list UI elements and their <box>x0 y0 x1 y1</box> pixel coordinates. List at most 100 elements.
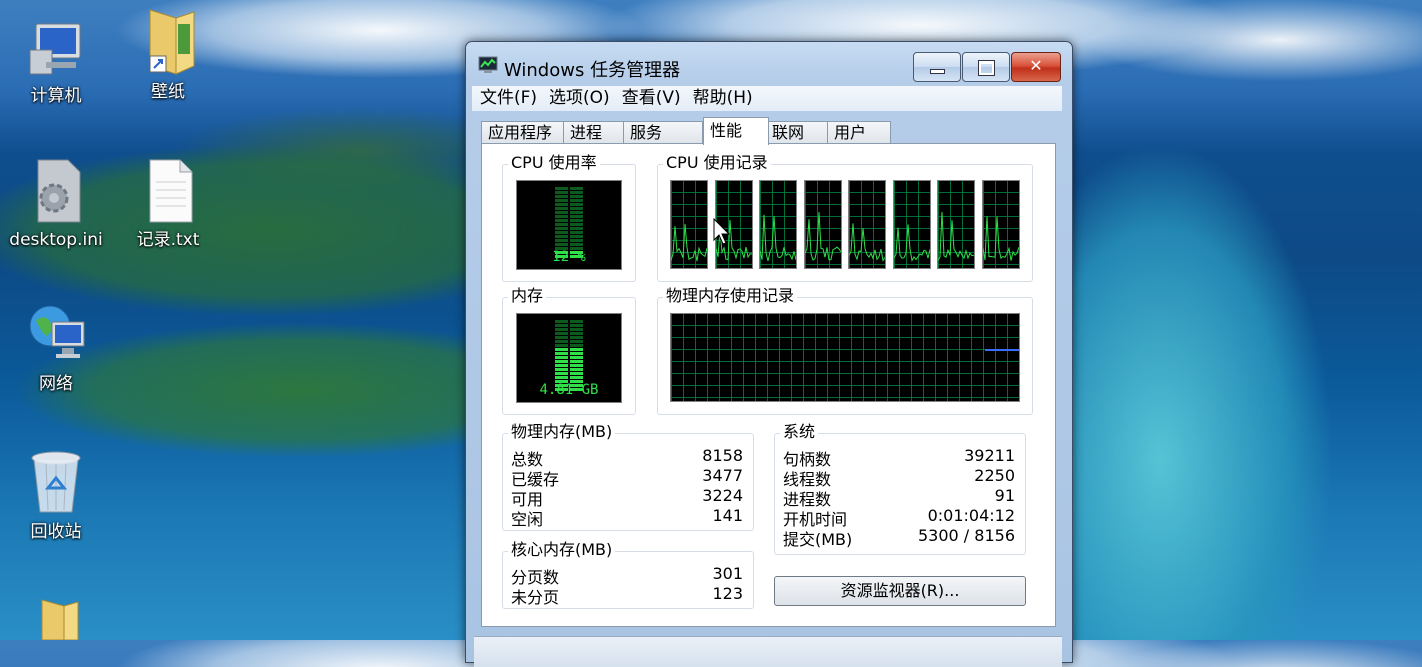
system-value: 5300 / 8156 <box>918 526 1015 545</box>
resource-monitor-button[interactable]: 资源监视器(R)... <box>774 576 1026 606</box>
desktop-icon-label: 计算机 <box>30 86 82 106</box>
memory-group: 内存 4.81 GB <box>502 286 636 415</box>
desktop-icon-label: 壁纸 <box>151 82 185 102</box>
system-row-commit: 提交(MB) 5300 / 8156 <box>783 526 1015 549</box>
mouse-cursor-icon <box>713 217 731 250</box>
desktop-icon-computer[interactable]: 计算机 <box>8 18 104 106</box>
tab-applications[interactable]: 应用程序 <box>481 121 565 144</box>
meter-segment <box>570 243 583 246</box>
meter-segment <box>555 336 568 339</box>
meter-segment <box>555 219 568 222</box>
desktop-icon-label: 回收站 <box>30 522 82 542</box>
tab-processes[interactable]: 进程 <box>563 121 625 144</box>
desktop-icon-recycle-bin[interactable]: 回收站 <box>8 448 104 542</box>
meter-segment <box>555 223 568 226</box>
desktop-icon-label: desktop.ini <box>9 230 103 250</box>
menu-bar: 文件(F) 选项(O) 查看(V) 帮助(H) <box>472 86 1062 111</box>
system-value: 2250 <box>974 466 1015 485</box>
close-button[interactable]: ✕ <box>1011 52 1061 82</box>
tab-networking[interactable]: 联网 <box>765 121 829 144</box>
meter-segment <box>570 352 583 355</box>
physical-memory-title: 物理内存(MB) <box>508 422 616 442</box>
meter-segment <box>555 195 568 198</box>
system-value: 91 <box>994 486 1015 505</box>
meter-segment <box>570 223 583 226</box>
physical-memory-value: 3224 <box>702 486 743 505</box>
desktop-icon-wallpaper[interactable]: 壁纸 <box>120 4 216 102</box>
settings-file-icon <box>24 156 88 226</box>
cpu-core-line <box>982 216 1019 261</box>
meter-segment <box>570 211 583 214</box>
meter-segment <box>555 191 568 194</box>
folder-icon <box>24 596 88 641</box>
folder-shortcut-icon <box>136 4 200 78</box>
memory-title: 内存 <box>508 286 547 306</box>
meter-segment <box>555 187 568 190</box>
memory-history-title: 物理内存使用记录 <box>663 286 798 306</box>
physical-memory-row-free: 空闲 141 <box>511 506 743 529</box>
tab-users[interactable]: 用户 <box>827 121 891 144</box>
meter-segment <box>570 336 583 339</box>
meter-segment <box>570 344 583 347</box>
menu-help[interactable]: 帮助(H) <box>685 86 757 111</box>
close-icon: ✕ <box>1029 56 1043 75</box>
meter-segment <box>570 320 583 323</box>
meter-segment <box>570 324 583 327</box>
maximize-button[interactable] <box>962 52 1010 82</box>
cpu-core-graph <box>892 180 931 269</box>
desktop-icon-desktop-ini[interactable]: desktop.ini <box>8 156 104 250</box>
meter-segment <box>555 207 568 210</box>
meter-segment <box>555 203 568 206</box>
minimize-button[interactable] <box>913 52 961 82</box>
meter-segment <box>570 227 583 230</box>
desktop-icon-network[interactable]: 网络 <box>8 300 104 394</box>
task-manager-window[interactable]: Windows 任务管理器 ✕ 文件(F) 选项(O) 查看(V) 帮助(H) 应用程… <box>465 41 1073 667</box>
menu-options[interactable]: 选项(O) <box>541 86 614 111</box>
cpu-core-line <box>671 223 707 262</box>
cpu-core-line <box>938 211 974 261</box>
menu-file[interactable]: 文件(F) <box>472 86 541 111</box>
cpu-usage-group: CPU 使用率 12 % <box>502 153 636 282</box>
meter-segment <box>555 328 568 331</box>
desktop-icon-folder[interactable] <box>8 596 104 644</box>
kernel-memory-row-paged: 分页数 301 <box>511 564 743 587</box>
desktop-icon-record-txt[interactable]: 记录.txt <box>120 156 216 250</box>
system-value: 39211 <box>964 446 1015 465</box>
meter-segment <box>570 231 583 234</box>
cpu-history-title: CPU 使用记录 <box>663 153 771 173</box>
meter-segment <box>570 332 583 335</box>
title-bar[interactable]: Windows 任务管理器 ✕ <box>466 42 1072 86</box>
status-bar <box>474 636 1062 667</box>
kernel-memory-value: 123 <box>712 584 743 603</box>
cpu-usage-value: 12 % <box>552 249 586 265</box>
meter-segment <box>570 203 583 206</box>
system-group: 系统 句柄数 39211 线程数 2250 进程数 91 开机时间 0:01:04:12… <box>774 422 1026 555</box>
meter-segment <box>570 348 583 351</box>
network-icon <box>24 300 88 370</box>
tab-performance[interactable]: 性能 <box>703 117 769 145</box>
physical-memory-value: 3477 <box>702 466 743 485</box>
meter-segment <box>555 332 568 335</box>
minimize-icon <box>930 69 945 74</box>
desktop-icon-label: 记录.txt <box>136 230 200 250</box>
meter-segment <box>570 372 583 375</box>
meter-segment <box>570 328 583 331</box>
system-value: 0:01:04:12 <box>927 506 1015 525</box>
cpu-core-line <box>893 224 930 262</box>
kernel-memory-group: 核心内存(MB) 分页数 301 未分页 123 <box>502 540 754 609</box>
desktop-icon-label: 网络 <box>39 374 73 394</box>
recycle-bin-icon <box>24 448 88 518</box>
cpu-core-line <box>804 212 841 261</box>
window-title: Windows 任务管理器 <box>504 60 681 81</box>
memory-meter: 4.81 GB <box>516 313 622 403</box>
meter-segment <box>555 364 568 367</box>
computer-icon <box>24 18 88 82</box>
menu-view[interactable]: 查看(V) <box>614 86 685 111</box>
meter-segment <box>555 348 568 351</box>
system-row-threads: 线程数 2250 <box>783 466 1015 489</box>
meter-segment <box>570 207 583 210</box>
performance-panel: CPU 使用率 12 % CPU 使用记录 内存 4.81 GB 物理内存使用记… <box>481 143 1056 627</box>
tab-services[interactable]: 服务 <box>623 121 703 144</box>
meter-segment <box>570 199 583 202</box>
meter-segment <box>570 368 583 371</box>
